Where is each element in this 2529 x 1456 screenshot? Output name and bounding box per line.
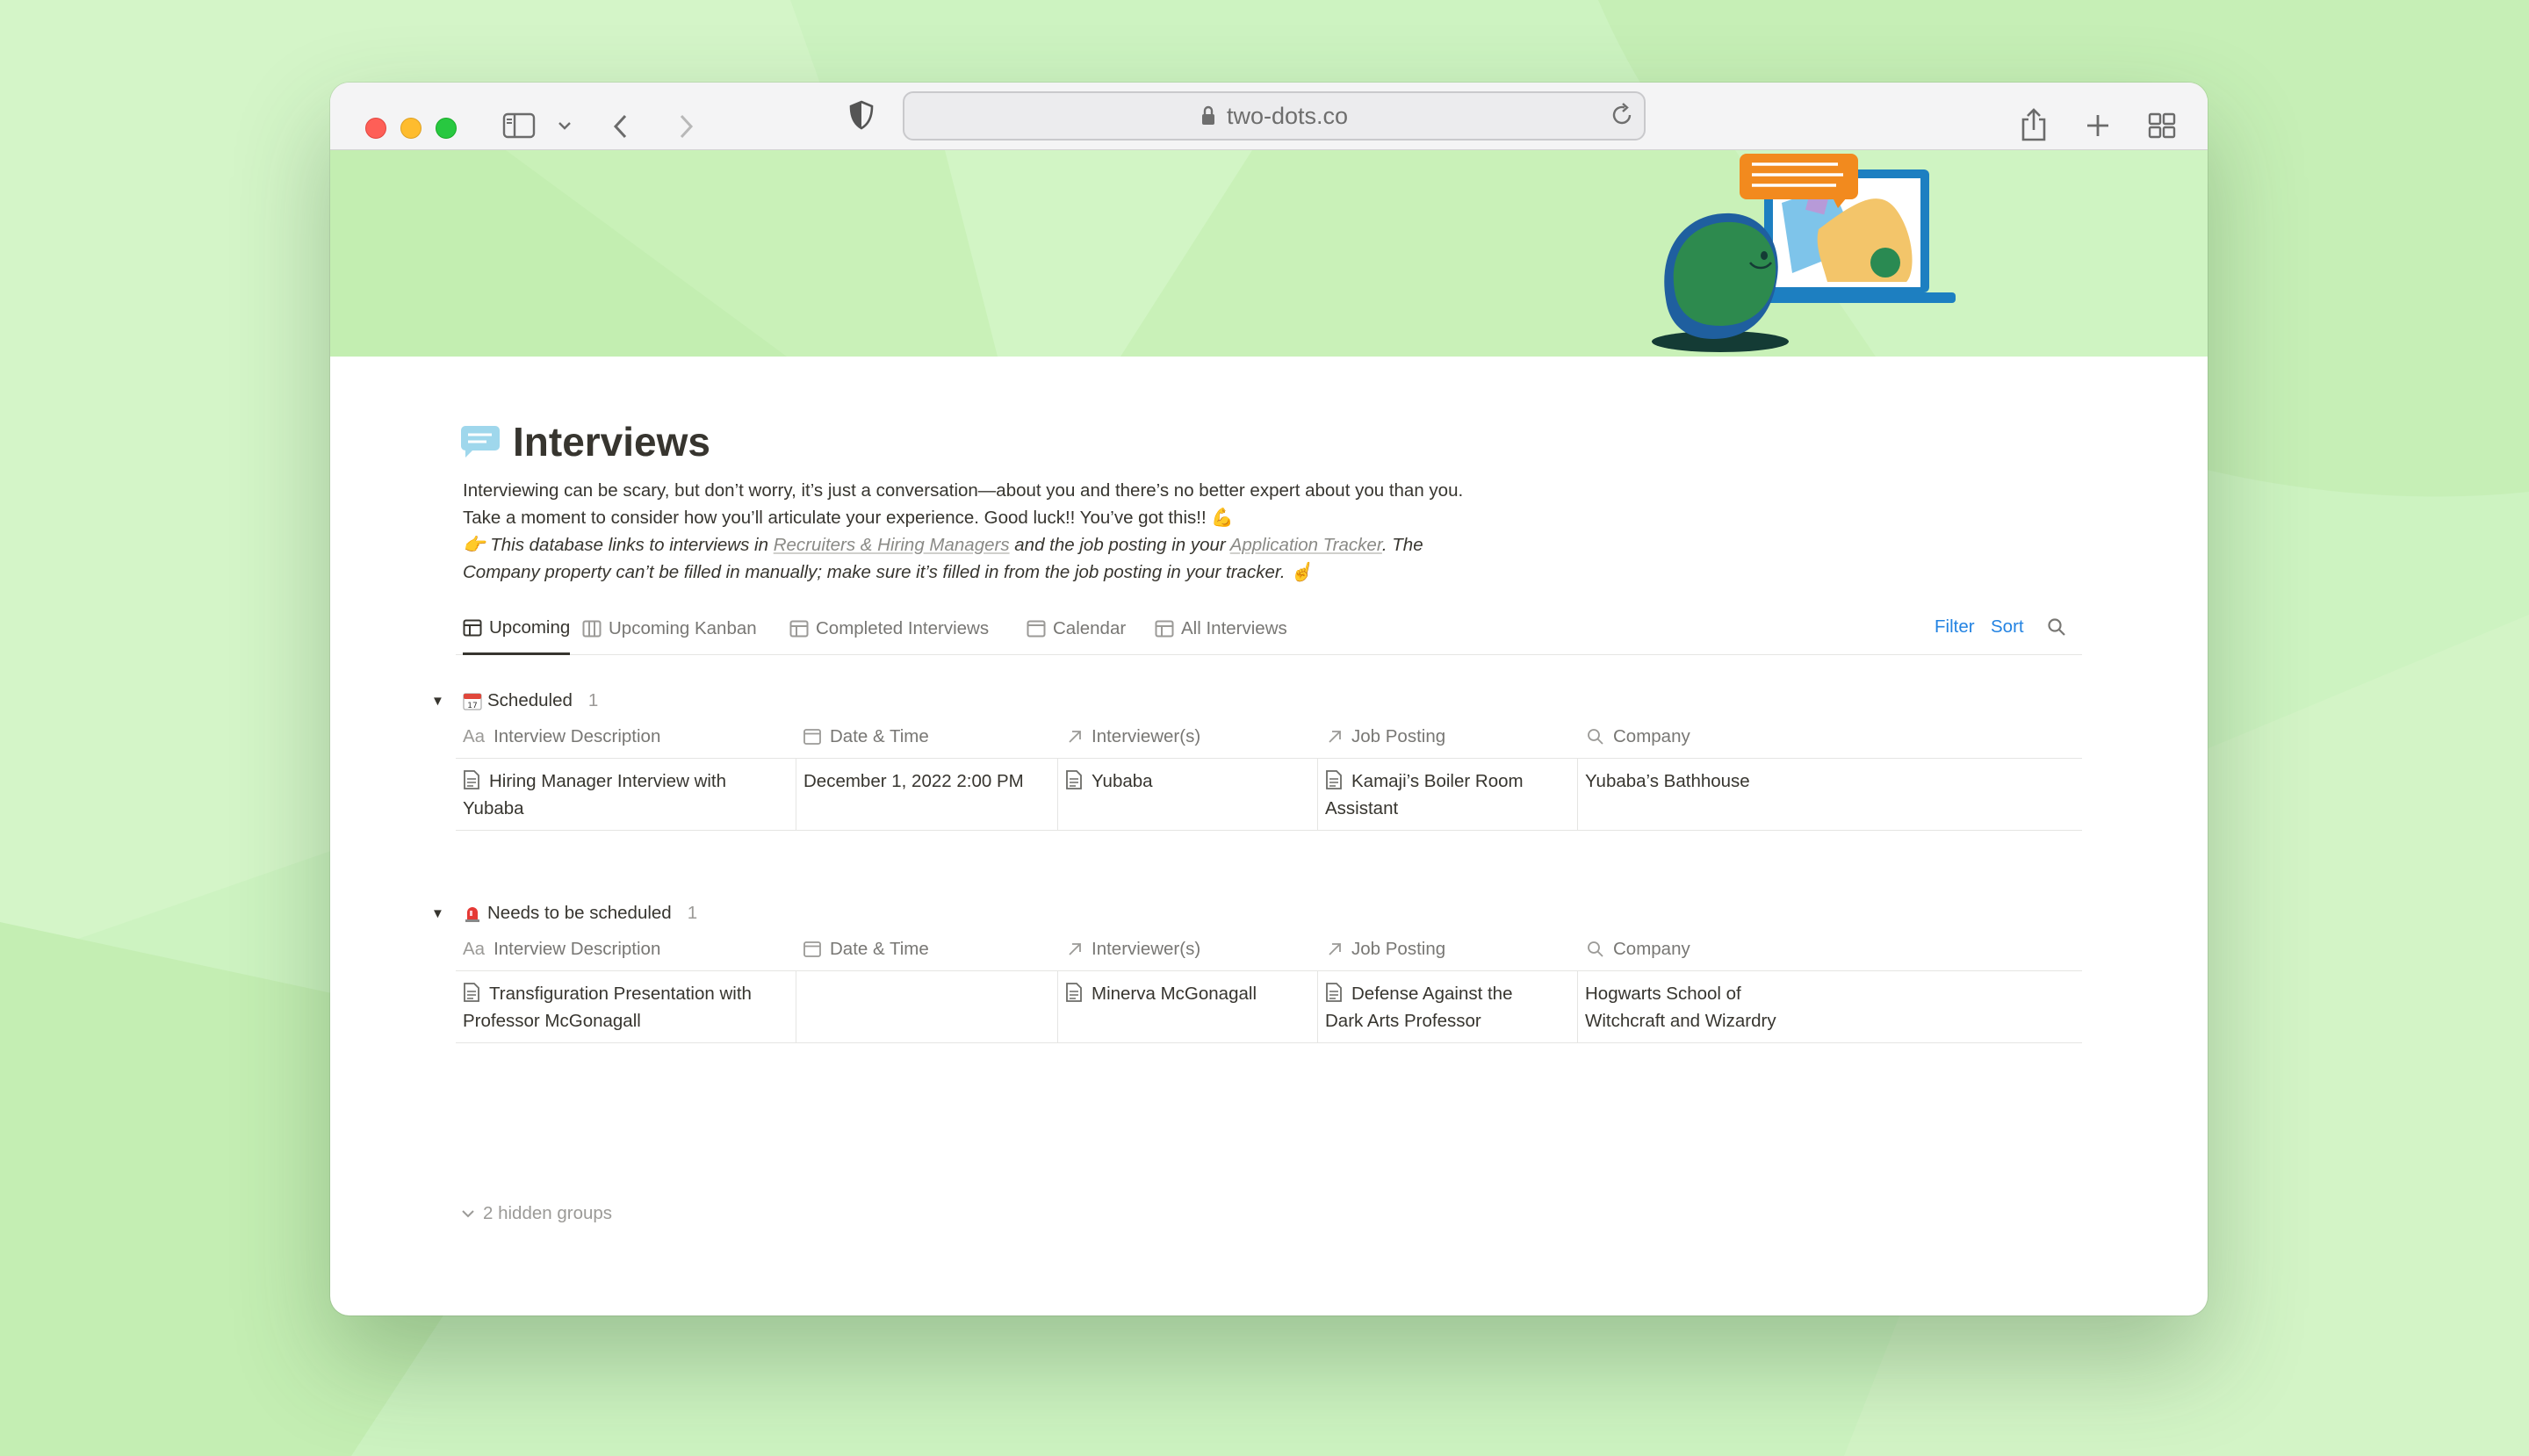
table-row[interactable]: Transfiguration Presentation with Profess… bbox=[456, 971, 2082, 1043]
scheduled-table: Aa Interview Description Date & Time Inte… bbox=[456, 715, 2082, 831]
zoom-window-button[interactable] bbox=[436, 118, 457, 139]
relation-arrow-icon bbox=[1067, 729, 1083, 745]
column-header-job-posting[interactable]: Job Posting bbox=[1327, 715, 1445, 759]
board-icon bbox=[582, 620, 602, 638]
table-icon bbox=[1155, 620, 1174, 638]
column-header-interviewers[interactable]: Interviewer(s) bbox=[1067, 715, 1200, 759]
share-icon[interactable] bbox=[2020, 107, 2048, 142]
page-icon bbox=[1065, 769, 1083, 790]
url-text: two-dots.co bbox=[1226, 102, 1349, 129]
database-view-tabs: Upcoming Upcoming Kanban Completed Inter… bbox=[456, 602, 2082, 655]
new-tab-plus-icon[interactable] bbox=[2085, 112, 2111, 139]
tab-overview-icon[interactable] bbox=[2148, 112, 2176, 139]
sort-button[interactable]: Sort bbox=[1991, 602, 2024, 652]
tab-calendar[interactable]: Calendar bbox=[1027, 602, 1126, 655]
collapse-triangle-icon[interactable]: ▼ bbox=[431, 694, 450, 709]
cell-interviewer[interactable]: Minerva McGonagall bbox=[1058, 971, 1318, 1043]
browser-toolbar: two-dots.co bbox=[330, 83, 2208, 150]
needs-scheduling-table: Aa Interview Description Date & Time Inte… bbox=[456, 927, 2082, 1043]
chevron-down-icon[interactable] bbox=[557, 119, 573, 132]
relation-arrow-icon bbox=[1327, 729, 1343, 745]
privacy-shield-icon[interactable] bbox=[848, 100, 875, 130]
cell-company[interactable]: Hogwarts School of Witchcraft and Wizardr… bbox=[1578, 971, 2082, 1043]
page-description: Interviewing can be scary, but don’t wor… bbox=[463, 480, 1464, 528]
group-header-scheduled[interactable]: ▼ 17 Scheduled 1 bbox=[431, 690, 598, 711]
forward-arrow-icon[interactable] bbox=[676, 112, 695, 141]
group-count: 1 bbox=[687, 903, 698, 923]
search-icon bbox=[1587, 941, 1604, 958]
column-header-company[interactable]: Company bbox=[1587, 715, 1690, 759]
page-icon bbox=[1065, 982, 1083, 1003]
cell-company[interactable]: Yubaba’s Bathhouse bbox=[1578, 759, 2082, 831]
hidden-groups-toggle[interactable]: 2 hidden groups bbox=[460, 1203, 612, 1224]
page-cover bbox=[330, 150, 2208, 357]
column-header-datetime[interactable]: Date & Time bbox=[803, 715, 929, 759]
tab-upcoming-kanban[interactable]: Upcoming Kanban bbox=[582, 602, 757, 655]
database-note: 👉 This database links to interviews in R… bbox=[463, 531, 1490, 586]
calendar-emoji-icon: 17 bbox=[463, 691, 482, 710]
reload-icon[interactable] bbox=[1609, 102, 1635, 128]
page-icon bbox=[463, 982, 480, 1003]
table-header: Aa Interview Description Date & Time Inte… bbox=[456, 927, 2082, 971]
column-header-description[interactable]: Aa Interview Description bbox=[463, 927, 660, 971]
column-header-company[interactable]: Company bbox=[1587, 927, 1690, 971]
tab-upcoming[interactable]: Upcoming bbox=[463, 602, 571, 655]
calendar-icon bbox=[803, 729, 821, 745]
column-header-datetime[interactable]: Date & Time bbox=[803, 927, 929, 971]
text-aa-icon: Aa bbox=[463, 726, 486, 746]
text-aa-icon: Aa bbox=[463, 939, 486, 959]
search-icon bbox=[1587, 728, 1604, 746]
table-icon bbox=[463, 619, 482, 637]
back-arrow-icon[interactable] bbox=[611, 112, 630, 141]
interview-illustration bbox=[1652, 154, 1956, 352]
search-icon[interactable] bbox=[2047, 602, 2066, 652]
table-icon bbox=[789, 620, 809, 638]
page-title-row: Interviews bbox=[460, 418, 710, 465]
cell-job-posting[interactable]: Defense Against the Dark Arts Professor bbox=[1318, 971, 1578, 1043]
close-window-button[interactable] bbox=[365, 118, 386, 139]
address-bar[interactable]: two-dots.co bbox=[903, 91, 1646, 141]
column-header-job-posting[interactable]: Job Posting bbox=[1327, 927, 1445, 971]
collapse-triangle-icon[interactable]: ▼ bbox=[431, 906, 450, 921]
cell-datetime[interactable] bbox=[796, 971, 1058, 1043]
cell-job-posting[interactable]: Kamaji’s Boiler Room Assistant bbox=[1318, 759, 1578, 831]
cell-description[interactable]: Hiring Manager Interview with Yubaba bbox=[456, 759, 796, 831]
group-count: 1 bbox=[587, 690, 599, 710]
recruiters-link[interactable]: Recruiters & Hiring Managers bbox=[774, 535, 1010, 555]
calendar-icon bbox=[803, 941, 821, 957]
table-header: Aa Interview Description Date & Time Inte… bbox=[456, 715, 2082, 759]
column-header-interviewers[interactable]: Interviewer(s) bbox=[1067, 927, 1200, 971]
chevron-down-icon bbox=[460, 1207, 476, 1220]
lock-icon bbox=[1200, 105, 1216, 126]
relation-arrow-icon bbox=[1067, 941, 1083, 957]
browser-window: two-dots.co Interviews Interviewing can … bbox=[330, 83, 2208, 1315]
minimize-window-button[interactable] bbox=[400, 118, 422, 139]
calendar-icon bbox=[1027, 620, 1046, 638]
cell-datetime[interactable]: December 1, 2022 2:00 PM bbox=[796, 759, 1058, 831]
svg-text:17: 17 bbox=[467, 702, 477, 710]
siren-emoji-icon bbox=[463, 904, 482, 923]
page-icon bbox=[1325, 982, 1343, 1003]
table-row[interactable]: Hiring Manager Interview with Yubaba Dece… bbox=[456, 759, 2082, 831]
pointing-emoji: 👉 bbox=[463, 535, 486, 555]
note-text-1: This database links to interviews in bbox=[490, 535, 768, 555]
note-text-2: and the job posting in your bbox=[1014, 535, 1226, 555]
relation-arrow-icon bbox=[1327, 941, 1343, 957]
group-name: Needs to be scheduled bbox=[487, 903, 672, 923]
filter-button[interactable]: Filter bbox=[1935, 602, 1975, 652]
tab-all-interviews[interactable]: All Interviews bbox=[1155, 602, 1287, 655]
page-icon bbox=[1325, 769, 1343, 790]
page-title: Interviews bbox=[513, 419, 710, 465]
column-header-description[interactable]: Aa Interview Description bbox=[463, 715, 660, 759]
group-header-needs-to-be-scheduled[interactable]: ▼ Needs to be scheduled 1 bbox=[431, 903, 697, 924]
tab-completed-interviews[interactable]: Completed Interviews bbox=[789, 602, 989, 655]
sidebar-toggle-icon[interactable] bbox=[502, 112, 536, 139]
page-icon bbox=[463, 769, 480, 790]
group-name: Scheduled bbox=[487, 690, 573, 710]
speech-bubble-icon bbox=[461, 426, 500, 458]
cell-interviewer[interactable]: Yubaba bbox=[1058, 759, 1318, 831]
cell-description[interactable]: Transfiguration Presentation with Profess… bbox=[456, 971, 796, 1043]
application-tracker-link[interactable]: Application Tracker bbox=[1230, 535, 1382, 555]
